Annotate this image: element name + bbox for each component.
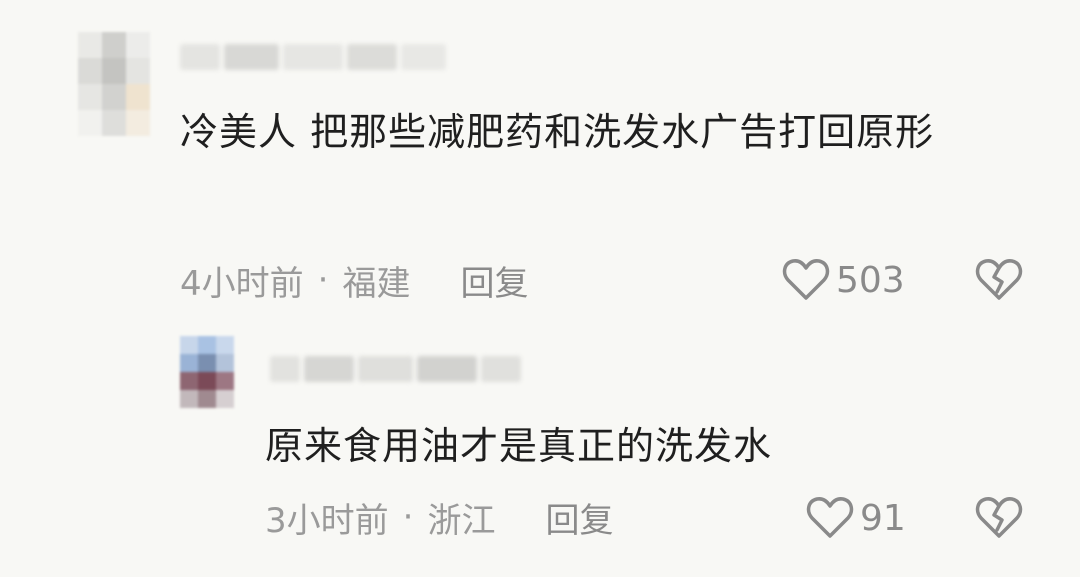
heart-outline-icon <box>806 497 854 538</box>
dislike-button[interactable] <box>975 258 1023 306</box>
reply-text: 原来食用油才是真正的洗发水 <box>265 424 773 468</box>
meta-separator: · <box>402 497 414 537</box>
broken-heart-icon <box>975 497 1023 538</box>
avatar[interactable] <box>180 336 234 408</box>
like-count: 91 <box>860 497 906 539</box>
comment-text: 冷美人 把那些减肥药和洗发水广告打回原形 <box>180 110 935 154</box>
reply-meta: 3小时前 · 浙江 回复 <box>265 492 613 542</box>
like-button[interactable]: 503 <box>782 256 905 304</box>
reply-location: 浙江 <box>427 500 496 541</box>
heart-outline-icon <box>782 259 830 300</box>
avatar[interactable] <box>78 32 150 136</box>
like-button[interactable]: 91 <box>806 494 906 542</box>
broken-heart-icon <box>975 259 1023 300</box>
comment-meta: 4小时前 · 福建 回复 <box>180 256 528 304</box>
comment-location: 福建 <box>342 263 411 304</box>
username[interactable] <box>270 356 521 382</box>
comment-item: 冷美人 把那些减肥药和洗发水广告打回原形 4小时前 · 福建 回复 503 <box>0 0 1080 320</box>
reply-button[interactable]: 回复 <box>460 256 528 305</box>
dislike-button[interactable] <box>975 496 1023 544</box>
like-count: 503 <box>836 259 905 301</box>
meta-separator: · <box>317 260 329 300</box>
reply-time: 3小时前 <box>265 500 389 541</box>
username[interactable] <box>180 44 446 70</box>
reply-button[interactable]: 回复 <box>545 493 613 542</box>
comment-time: 4小时前 <box>180 263 304 304</box>
reply-item: 原来食用油才是真正的洗发水 3小时前 · 浙江 回复 91 <box>0 320 1080 577</box>
